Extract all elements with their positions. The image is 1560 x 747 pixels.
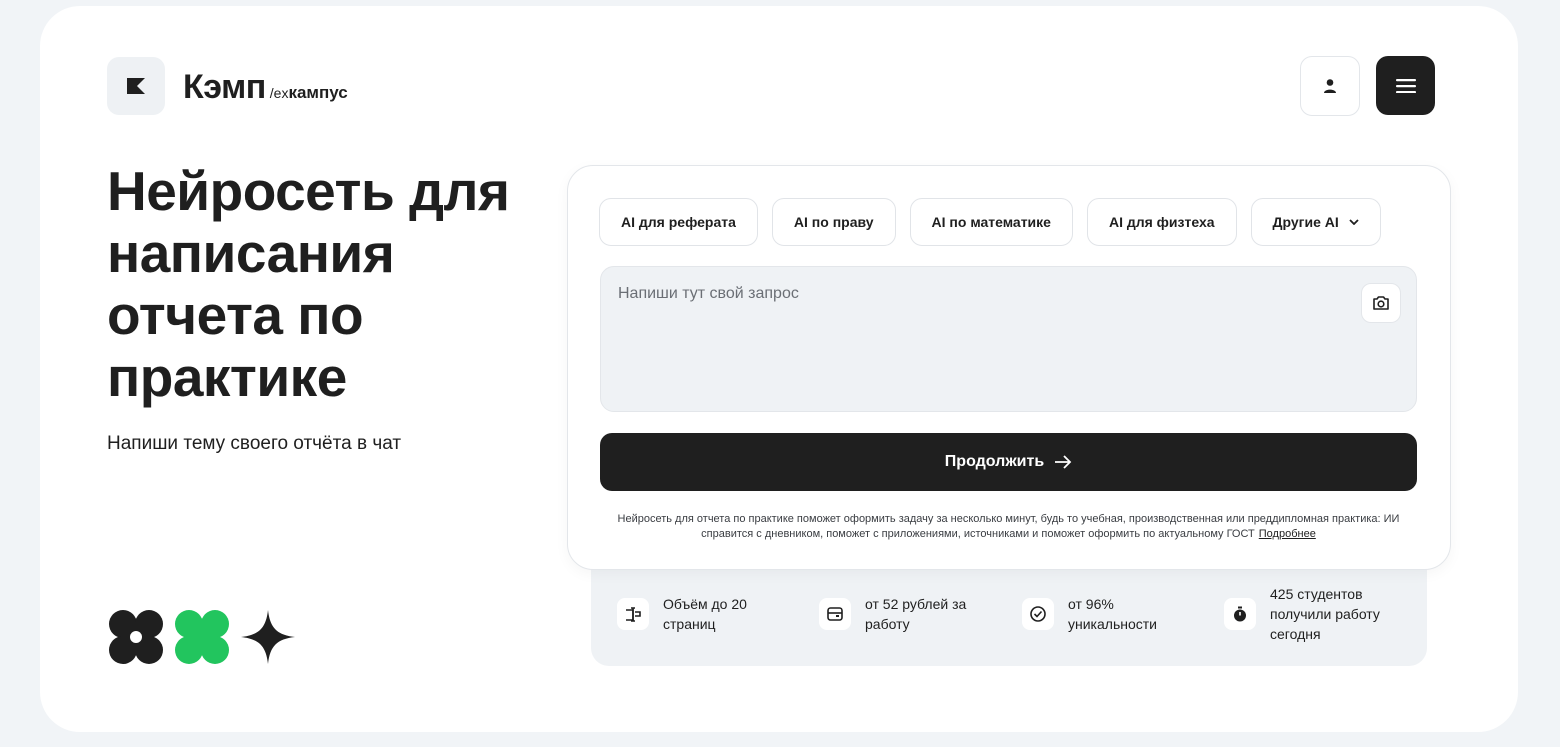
decorative-shapes	[107, 608, 297, 666]
page-subtitle: Напиши тему своего отчёта в чат	[107, 433, 402, 454]
sparkle-icon	[241, 610, 295, 664]
chip-other-ai[interactable]: Другие AI	[1250, 198, 1381, 246]
disclaimer: Нейросеть для отчета по практике поможет…	[617, 513, 1400, 540]
stat-students: 425 студентов получили работу сегодня	[1224, 584, 1395, 644]
camera-icon	[1373, 296, 1389, 310]
pages-icon	[617, 598, 649, 630]
user-icon	[1324, 79, 1336, 93]
chip-ai-law[interactable]: AI по праву	[771, 198, 896, 246]
chip-ai-referat[interactable]: AI для реферата	[599, 198, 758, 246]
stat-price: от 52 рублей за работу	[819, 594, 990, 634]
stat-pages: Объём до 20 страниц	[617, 594, 788, 634]
stopwatch-icon	[1224, 598, 1256, 630]
camera-button[interactable]	[1361, 283, 1401, 323]
wallet-icon	[819, 598, 851, 630]
brand[interactable]: Кэмп /exкампус	[183, 68, 348, 107]
arrow-right-icon	[1055, 455, 1072, 469]
green-clover-icon	[175, 610, 229, 664]
check-circle-icon	[1022, 598, 1054, 630]
black-flower-icon	[109, 610, 163, 664]
prompt-input[interactable]	[618, 285, 1338, 395]
chip-ai-phystech[interactable]: AI для физтеха	[1086, 198, 1237, 246]
logo[interactable]	[107, 57, 165, 115]
user-button[interactable]	[1300, 56, 1360, 116]
continue-button[interactable]: Продолжить	[600, 433, 1417, 491]
chevron-down-icon	[1349, 219, 1359, 225]
menu-button[interactable]	[1376, 56, 1435, 115]
brand-ex: /exкампус	[269, 83, 348, 102]
brand-name: Кэмп	[183, 68, 266, 106]
prompt-box	[600, 266, 1417, 412]
more-link[interactable]: Подробнее	[1259, 528, 1316, 540]
stat-uniqueness: от 96% уникальности	[1022, 594, 1193, 634]
ai-chips: AI для реферата AI по праву AI по матема…	[599, 198, 1381, 246]
page-title: Нейросеть для написания отчета по практи…	[107, 160, 510, 408]
menu-icon	[1395, 78, 1416, 93]
logo-mark-icon	[127, 78, 145, 94]
chip-ai-math[interactable]: AI по математике	[909, 198, 1073, 246]
